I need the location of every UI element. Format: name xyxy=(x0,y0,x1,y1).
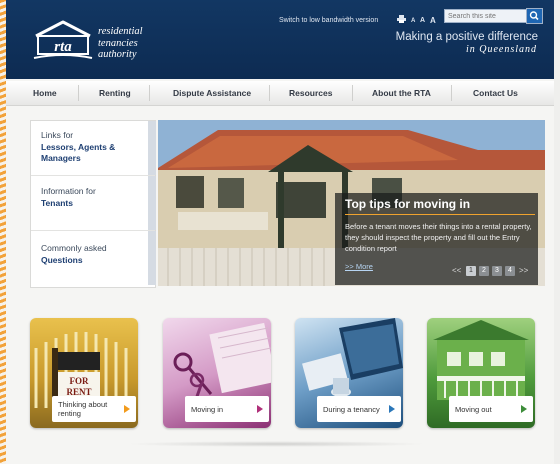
search-button[interactable] xyxy=(526,8,543,24)
low-bandwidth-link[interactable]: Switch to low bandwidth version xyxy=(279,17,378,24)
nav-divider xyxy=(78,85,79,101)
tile-label-text: renting xyxy=(58,409,81,418)
hero-more-link[interactable]: >> More xyxy=(345,262,373,271)
tile-during-a-tenancy[interactable]: During a tenancy xyxy=(295,318,403,428)
nav-item-renting[interactable]: Renting xyxy=(99,88,131,98)
search-input[interactable] xyxy=(444,9,530,23)
org-name-line: authority xyxy=(98,49,137,60)
nav-divider xyxy=(269,85,270,101)
side-link-title: Tenants xyxy=(41,198,73,208)
side-link-tab xyxy=(148,121,156,175)
hero-title-underline xyxy=(345,214,535,215)
side-link-tab xyxy=(148,231,156,285)
tile-label: Moving in xyxy=(185,396,269,422)
tile-thinking-about-renting[interactable]: FOR RENT Thinking about renting xyxy=(30,318,138,428)
page: rta residential tenancies authority Swit… xyxy=(6,0,554,464)
tile-label: Thinking about renting xyxy=(52,396,136,422)
play-arrow-icon xyxy=(257,405,263,413)
tagline: Making a positive difference xyxy=(395,31,538,43)
nav-item-about[interactable]: About the RTA xyxy=(372,88,431,98)
tile-label: Moving out xyxy=(449,396,533,422)
nav-item-dispute-assistance[interactable]: Dispute Assistance xyxy=(173,88,251,98)
hero-page-2-button[interactable]: 2 xyxy=(479,266,489,276)
side-link-caption: Commonly asked xyxy=(41,243,107,253)
hero-title: Top tips for moving in xyxy=(345,197,471,211)
side-link-tenants[interactable]: Information for Tenants xyxy=(31,176,156,231)
side-link-title-line: Lessors, Agents & xyxy=(41,142,116,152)
side-link-title: Questions xyxy=(41,255,83,265)
side-link-title: Lessors, Agents & Managers xyxy=(41,142,115,164)
tile-label: During a tenancy xyxy=(317,396,401,422)
hero-prev-button[interactable]: << xyxy=(452,266,461,275)
text-size-large-button[interactable]: A xyxy=(430,16,436,25)
org-name-line: residential xyxy=(98,26,143,37)
nav-item-contact[interactable]: Contact Us xyxy=(473,88,518,98)
main-nav: Home Renting Dispute Assistance Resource… xyxy=(6,81,554,106)
search-icon xyxy=(529,11,539,21)
quick-links-panel: Links for Lessors, Agents & Managers Inf… xyxy=(30,120,156,288)
tile-moving-out[interactable]: Moving out xyxy=(427,318,535,428)
hero-next-button[interactable]: >> xyxy=(519,266,528,275)
tile-moving-in[interactable]: Moving in xyxy=(163,318,271,428)
hero-page-1-button[interactable]: 1 xyxy=(466,266,476,276)
print-icon[interactable] xyxy=(397,15,406,23)
site-header: rta residential tenancies authority Swit… xyxy=(6,0,554,79)
tagline-subtitle: in Queensland xyxy=(465,44,537,55)
hero-body-text: Before a tenant moves their things into … xyxy=(345,222,532,253)
tile-label-text: Moving in xyxy=(191,405,224,414)
nav-divider xyxy=(149,85,150,101)
text-size-medium-button[interactable]: A xyxy=(420,17,425,24)
for-rent-sign-line: FOR xyxy=(70,376,89,386)
text-size-small-button[interactable]: A xyxy=(411,18,415,24)
nav-item-resources[interactable]: Resources xyxy=(289,88,332,98)
tile-label-text: Thinking about xyxy=(58,400,108,409)
play-arrow-icon xyxy=(521,405,527,413)
side-link-caption: Links for xyxy=(41,130,74,140)
tile-label-text: Moving out xyxy=(455,405,492,414)
nav-divider xyxy=(352,85,353,101)
nav-item-home[interactable]: Home xyxy=(33,88,57,98)
play-arrow-icon xyxy=(389,405,395,413)
org-name-line: tenancies xyxy=(98,37,138,49)
logo-text: rta xyxy=(54,39,72,55)
side-link-tab xyxy=(148,176,156,230)
hero-page-4-button[interactable]: 4 xyxy=(505,266,515,276)
footer-shadow xyxy=(126,441,426,447)
side-link-questions[interactable]: Commonly asked Questions xyxy=(31,231,156,285)
hero-page-3-button[interactable]: 3 xyxy=(492,266,502,276)
tile-label-text: During a tenancy xyxy=(323,405,380,414)
side-link-title-line: Managers xyxy=(41,153,81,163)
side-link-lessors[interactable]: Links for Lessors, Agents & Managers xyxy=(31,121,156,176)
org-name: residential tenancies authority xyxy=(98,26,143,61)
play-arrow-icon xyxy=(124,405,130,413)
nav-divider xyxy=(451,85,452,101)
side-link-caption: Information for xyxy=(41,186,96,196)
